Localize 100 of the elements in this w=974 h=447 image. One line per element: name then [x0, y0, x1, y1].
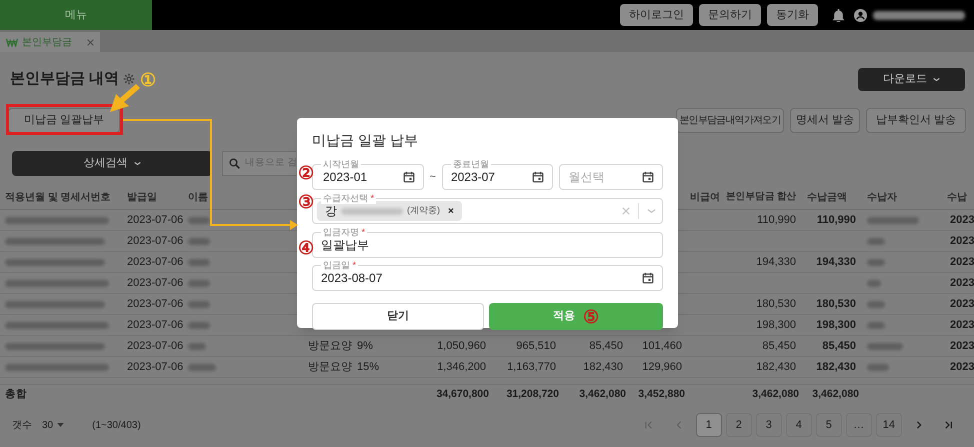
- blurred-text: [188, 300, 210, 308]
- page-button[interactable]: 3: [756, 413, 782, 437]
- blurred-text: [867, 216, 919, 224]
- table-cell-text: 2023: [950, 318, 974, 333]
- month-field[interactable]: 월선택: [559, 164, 663, 190]
- action-button[interactable]: 명세서 발송: [790, 108, 860, 132]
- record-range: (1~30/403): [92, 418, 141, 432]
- blurred-text: [188, 364, 216, 370]
- close-button[interactable]: 닫기: [312, 303, 484, 330]
- search-icon: [229, 158, 240, 168]
- table-cell-text: 1,163,770: [507, 360, 556, 375]
- table-cell-text: 15%: [357, 360, 380, 375]
- blurred-text: [867, 364, 889, 370]
- page-button[interactable]: 5: [816, 413, 842, 437]
- action-button[interactable]: 납부확인서 발송: [866, 108, 966, 132]
- apply-button[interactable]: 적용 ⑤: [489, 303, 663, 330]
- page-size-select[interactable]: 30: [42, 418, 64, 432]
- table-cell-text: 2023: [950, 276, 974, 291]
- total-cell-text: 3,462,080: [579, 387, 626, 402]
- header-button[interactable]: 동기화: [767, 4, 818, 26]
- page-button[interactable]: 1: [696, 413, 722, 437]
- table-cell-text: 101,460: [642, 338, 682, 354]
- blurred-text: [867, 258, 885, 266]
- action-button[interactable]: 본인부담금내역가져오기: [676, 108, 784, 132]
- step-number: ④: [298, 238, 314, 258]
- detail-search-button[interactable]: 상세검색: [12, 150, 212, 176]
- table-cell-text: 2023-07-06: [127, 212, 183, 228]
- notification-icon[interactable]: [832, 8, 845, 22]
- arrow-icon: [110, 84, 140, 112]
- total-cell-text: 31,208,720: [506, 387, 559, 402]
- table-cell-text: 2023-07-06: [127, 296, 183, 312]
- table-cell-text: 2023-07-06: [127, 360, 183, 375]
- table-cell-text: 110,990: [757, 212, 796, 228]
- menu-button[interactable]: 메뉴: [0, 0, 152, 30]
- column-header[interactable]: 수납금액: [807, 190, 847, 205]
- last-page-icon: [945, 421, 953, 429]
- column-header[interactable]: 이름: [188, 190, 208, 205]
- download-button[interactable]: 다운로드: [858, 68, 965, 90]
- clear-icon: [622, 207, 630, 215]
- table-cell-text: 2023-07-06: [127, 254, 183, 270]
- chevron-down-icon: [933, 76, 940, 82]
- column-header[interactable]: 본인부담금 합산: [726, 190, 796, 205]
- calendar-icon[interactable]: [532, 171, 544, 183]
- table-cell-text: 182,430: [756, 360, 796, 375]
- table-cell-text: 198,300: [756, 318, 796, 333]
- blurred-text: [867, 342, 903, 350]
- total-cell-text: 3,462,080: [812, 387, 859, 402]
- step-number: ⑤: [583, 306, 599, 326]
- table-cell-text: 2023: [950, 360, 974, 375]
- column-header[interactable]: 수납: [947, 190, 967, 205]
- blurred-text: [867, 322, 885, 328]
- next-page-icon: [915, 421, 923, 429]
- settings-icon[interactable]: [123, 73, 136, 85]
- total-label: 총합: [5, 387, 27, 402]
- table-cell-text: 182,430: [583, 360, 623, 375]
- table-cell-text: 110,990: [816, 212, 856, 228]
- page-size-label: 갯수: [12, 418, 32, 432]
- table-cell-text: 129,960: [642, 360, 682, 375]
- calendar-icon[interactable]: [642, 272, 654, 284]
- total-cell-text: 34,670,800: [436, 387, 489, 402]
- page-button[interactable]: …: [846, 413, 872, 437]
- calendar-icon[interactable]: [642, 171, 654, 183]
- table-cell-text: 2023: [950, 338, 974, 354]
- page-button[interactable]: 2: [726, 413, 752, 437]
- table-cell-text: 2023-07-06: [127, 318, 183, 333]
- column-header[interactable]: 적용년월 및 명세서번호: [5, 190, 111, 205]
- column-header[interactable]: 발급일: [127, 190, 157, 205]
- user-icon[interactable]: [854, 8, 867, 22]
- table-cell-text: 방문요양: [308, 338, 352, 354]
- bulk-payment-button[interactable]: 미납금 일괄납부: [8, 108, 120, 132]
- page-button[interactable]: 14: [876, 413, 902, 437]
- field-label: 수급자선택 *: [321, 192, 376, 204]
- table-cell-text: 2023-07-06: [127, 276, 183, 291]
- first-page-icon: [644, 421, 653, 429]
- calendar-icon[interactable]: [402, 171, 414, 183]
- blurred-text: [188, 342, 206, 350]
- column-header[interactable]: 비급여: [690, 190, 720, 205]
- table-cell-text: 2023: [950, 212, 974, 228]
- table-cell-text: 85,450: [589, 338, 623, 354]
- field-label: 시작년월: [321, 158, 361, 170]
- table-cell-text: 194,330: [816, 254, 856, 270]
- previous-page-icon: [674, 421, 683, 429]
- table-cell-text: 85,450: [762, 338, 796, 354]
- selected-chip[interactable]: 강 (계약중) ×: [317, 201, 462, 221]
- blurred-text: [188, 238, 210, 244]
- blurred-text: [867, 238, 885, 244]
- table-cell-text: 2023-07-06: [127, 338, 183, 354]
- chevron-down-icon: [134, 160, 140, 166]
- page-button[interactable]: 4: [786, 413, 812, 437]
- close-icon: [87, 38, 94, 46]
- blurred-text: [867, 300, 885, 308]
- header-button[interactable]: 문의하기: [699, 4, 761, 26]
- table-cell-text: 방문요양: [308, 360, 352, 375]
- table-cell-text: 182,430: [816, 360, 856, 375]
- table-cell-text: 194,330: [756, 254, 796, 270]
- field-label: 종료년월: [450, 158, 491, 170]
- table-cell-text: 965,510: [516, 338, 556, 354]
- column-header[interactable]: 수납자: [867, 190, 897, 205]
- header-button[interactable]: 하이로그인: [620, 4, 693, 26]
- blurred-text: [188, 258, 210, 266]
